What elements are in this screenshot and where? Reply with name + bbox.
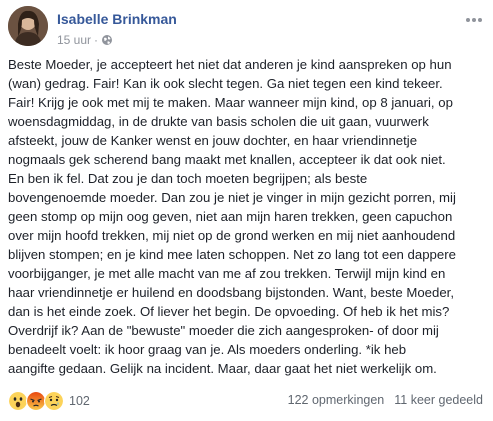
facebook-post: Isabelle Brinkman 15 uur · Beste Moeder,…	[0, 0, 493, 421]
post-header: Isabelle Brinkman 15 uur ·	[8, 6, 485, 48]
globe-icon[interactable]	[101, 34, 113, 46]
avatar[interactable]	[8, 6, 48, 46]
more-options-icon[interactable]	[465, 12, 483, 22]
angry-reaction-icon	[26, 391, 46, 411]
comments-count-link[interactable]: 122 opmerkingen	[288, 393, 385, 407]
reaction-count: 102	[69, 394, 90, 408]
shares-count-link[interactable]: 11 keer gedeeld	[394, 393, 483, 407]
post-timestamp[interactable]: 15 uur	[57, 33, 91, 47]
sad-reaction-icon	[44, 391, 64, 411]
engagement-counts: 122 opmerkingen 11 keer gedeeld	[288, 393, 483, 407]
counts-spacer	[384, 393, 394, 407]
post-text: Beste Moeder, je accepteert het niet dat…	[8, 57, 456, 376]
post-footer: 102 122 opmerkingen 11 keer gedeeld	[8, 391, 485, 413]
author-name[interactable]: Isabelle Brinkman	[57, 11, 177, 27]
reactions-summary[interactable]: 102	[8, 391, 90, 411]
meta-separator: ·	[94, 33, 99, 47]
post-meta: 15 uur ·	[57, 33, 113, 47]
wow-reaction-icon	[8, 391, 28, 411]
